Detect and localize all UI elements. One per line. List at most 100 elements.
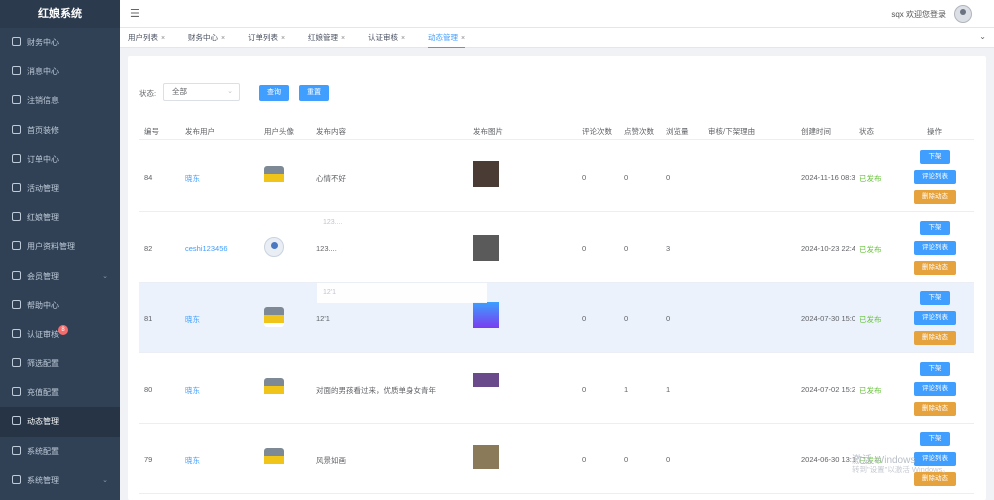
tab-tag-label: 动态管理 (428, 33, 458, 42)
hamburger-icon[interactable]: ☰ (130, 7, 140, 20)
post-image[interactable] (473, 302, 499, 328)
user-link[interactable]: 晓东 (185, 314, 200, 325)
cell-comments: 0 (582, 455, 587, 464)
delete-post-button[interactable]: 删除动态 (914, 260, 956, 275)
sidebar-item[interactable]: 帮助中心 (0, 291, 120, 320)
sidebar: 红娘系统 财务中心消息中心注销信息首页装修 订单中心活动管理红娘管理 用户资料管理会… (0, 0, 120, 500)
close-icon[interactable]: × (161, 35, 165, 42)
tab-tag[interactable]: 订单列表 × (248, 28, 285, 48)
status-badge: 已发布 (859, 315, 882, 324)
status-select-value: 全部 (172, 87, 187, 96)
chevron-down-icon: ⌄ (227, 88, 233, 95)
sidebar-item[interactable]: 筛选配置 (0, 349, 120, 378)
user-link[interactable]: 晓东 (185, 385, 200, 396)
close-icon[interactable]: × (401, 35, 405, 42)
tab-tag[interactable]: 认证审核 × (368, 28, 405, 48)
sidebar-item[interactable]: 红娘管理 (0, 203, 120, 232)
profile-icon (12, 241, 21, 251)
take-down-button[interactable]: 下架 (920, 361, 950, 376)
sidebar-item[interactable]: 认证审核 8 (0, 320, 120, 349)
close-icon[interactable]: × (281, 35, 285, 42)
tab-tag[interactable]: 红娘管理 × (308, 28, 345, 48)
user-link[interactable]: ceshi123456 (185, 244, 228, 253)
column-header: 创建时间 (801, 127, 831, 136)
user-icon (12, 212, 21, 222)
cell-comments: 0 (582, 384, 587, 394)
post-image[interactable] (473, 161, 499, 187)
take-down-button[interactable]: 下架 (920, 150, 950, 164)
row-actions: 下架评论列表删除动态 (914, 220, 956, 281)
user-avatar-image (264, 377, 284, 398)
delete-post-button[interactable]: 删除动态 (914, 190, 956, 204)
row-actions: 下架评论列表删除动态 (914, 291, 956, 351)
close-icon[interactable]: × (221, 35, 225, 42)
sidebar-item-label: 消息中心 (27, 67, 59, 77)
user-link[interactable]: 晓东 (185, 455, 200, 466)
row-actions: 下架 评论列表 删除动态 (914, 432, 956, 492)
post-image[interactable] (473, 372, 499, 387)
cell-likes: 1 (624, 384, 629, 394)
tab-tag[interactable]: 动态管理 × (428, 28, 466, 48)
sidebar-item[interactable]: 财务中心 (0, 28, 120, 57)
sidebar-item[interactable]: 动态管理 (0, 407, 120, 437)
column-header: 发布内容 (316, 127, 346, 136)
verify-icon (12, 328, 21, 338)
cell-id: 82 (144, 243, 153, 253)
user-avatar-image (264, 448, 284, 468)
cell-id: 79 (144, 455, 153, 464)
cell-id: 81 (144, 314, 153, 323)
sidebar-item-label: 注销信息 (27, 96, 59, 106)
tags-expand-icon[interactable]: ⌄ (979, 32, 986, 41)
cell-id: 80 (144, 384, 153, 394)
member-icon (12, 270, 21, 280)
status-select[interactable]: 全部 ⌄ (163, 83, 240, 101)
delete-post-button[interactable]: 删除动态 (914, 401, 956, 416)
take-down-button[interactable]: 下架 (920, 220, 950, 235)
close-icon[interactable]: × (461, 35, 465, 42)
activation-watermark-hint: 转到"设置"以激活 Windows。 (852, 465, 950, 474)
cell-likes: 0 (624, 173, 629, 182)
settings-icon (12, 474, 21, 484)
sidebar-item-label: 系统管理 (27, 475, 59, 485)
tab-tag[interactable]: 用户列表 × (128, 28, 165, 48)
take-down-button[interactable]: 下架 (920, 432, 950, 446)
cell-comments: 0 (582, 243, 587, 253)
sidebar-item[interactable]: 系统配置 (0, 437, 120, 466)
tab-tag[interactable]: 财务中心 × (188, 28, 225, 48)
sidebar-item[interactable]: 系统管理 ⌄ (0, 466, 120, 495)
cell-time: 2024-11-16 08:3 (801, 173, 855, 182)
sidebar-menu: 财务中心消息中心注销信息首页装修 订单中心活动管理红娘管理 用户资料管理 会员管理 ⌄ 帮… (0, 28, 120, 495)
user-avatar[interactable] (954, 5, 972, 23)
query-button[interactable]: 查询 (259, 85, 289, 101)
moments-icon (12, 416, 21, 426)
user-link[interactable]: 晓东 (185, 173, 200, 184)
sidebar-item[interactable]: 消息中心 (0, 57, 120, 86)
status-filter-label: 状态: (139, 89, 157, 98)
cell-content: 心情不好 (316, 174, 346, 183)
brand-title: 红娘系统 (0, 0, 120, 28)
close-icon[interactable]: × (341, 35, 345, 42)
comment-list-button[interactable]: 评论列表 (914, 240, 956, 255)
content-tooltip: 123.... (317, 213, 487, 233)
post-image[interactable] (473, 234, 499, 261)
comment-list-button[interactable]: 评论列表 (914, 170, 956, 184)
sidebar-item[interactable]: 充值配置 (0, 378, 120, 407)
sidebar-item[interactable]: 订单中心 (0, 145, 120, 174)
cell-time: 2024-06-30 13:1 (801, 455, 855, 464)
delete-post-button[interactable]: 删除动态 (914, 331, 956, 345)
comment-list-button[interactable]: 评论列表 (914, 311, 956, 325)
comment-list-button[interactable]: 评论列表 (914, 381, 956, 396)
sidebar-item[interactable]: 注销信息 (0, 86, 120, 115)
sidebar-item[interactable]: 活动管理 (0, 174, 120, 203)
reset-button[interactable]: 重置 (299, 85, 329, 101)
take-down-button[interactable]: 下架 (920, 291, 950, 305)
post-image[interactable] (473, 445, 499, 469)
sidebar-item[interactable]: 会员管理 ⌄ (0, 262, 120, 291)
chevron-down-icon: ⌄ (102, 272, 108, 280)
cell-views: 0 (666, 455, 671, 464)
sidebar-item-label: 筛选配置 (27, 359, 59, 369)
sidebar-item-label: 活动管理 (27, 183, 59, 193)
sidebar-item[interactable]: 用户资料管理 (0, 232, 120, 261)
sidebar-item[interactable]: 首页装修 (0, 116, 120, 145)
row-actions: 下架评论列表删除动态 (914, 361, 956, 422)
